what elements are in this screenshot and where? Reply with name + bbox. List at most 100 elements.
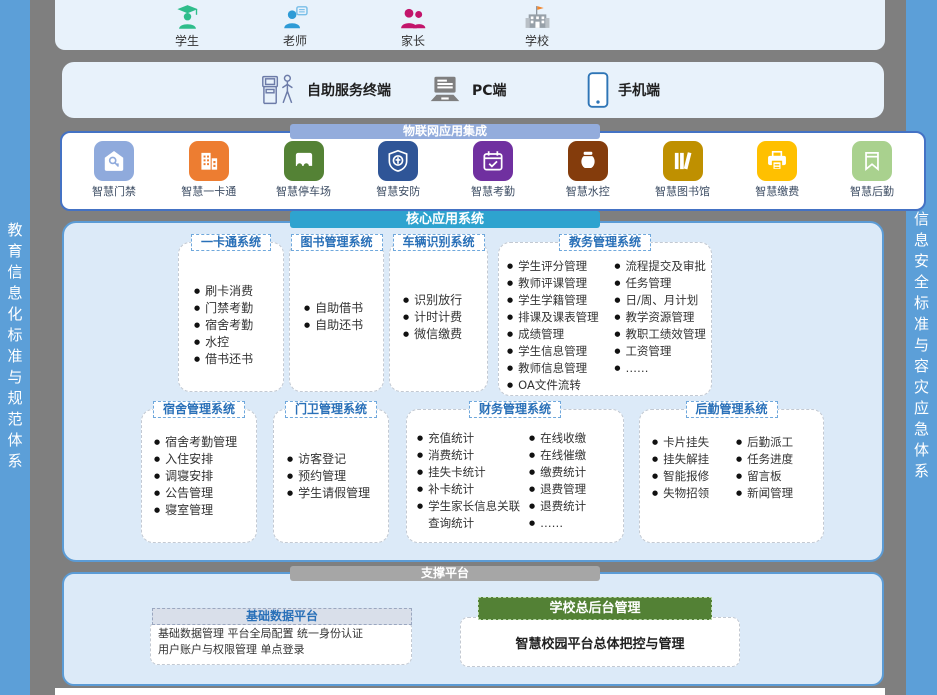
list-item: ● 消费统计 xyxy=(417,447,529,464)
bullet-icon: ● xyxy=(652,468,658,485)
bullet-icon: ● xyxy=(529,430,535,447)
right-security-text: 信息安全标准与容灾应急体系 xyxy=(911,211,932,484)
bullet-icon: ● xyxy=(529,498,535,515)
list-item: ●门禁考勤 xyxy=(194,300,283,317)
phone-icon xyxy=(587,72,609,108)
smart-campus-architecture-diagram: 教育信息化标准与规范体系 信息安全标准与容灾应急体系 学生 老师 xyxy=(0,0,937,695)
bullet-icon: ● xyxy=(403,292,409,309)
bullet-icon: ● xyxy=(736,468,742,485)
list-item-label: 学生家长信息关联查询统计 xyxy=(428,498,529,531)
list-item: ●教职工绩效管理 xyxy=(614,326,708,343)
list-item: ● 自助借书 xyxy=(304,300,383,317)
access-control-icon xyxy=(94,141,134,181)
list-item-label: 日/周、月计划 xyxy=(625,292,698,309)
iot-water: 智慧水控 xyxy=(558,141,618,209)
list-item: ●补卡统计 xyxy=(417,481,529,498)
terminals-panel: 自助服务终端 PC端 手机端 xyxy=(62,62,884,118)
iot-access-control: 智慧门禁 xyxy=(84,141,144,209)
terminal-pc: PC端 xyxy=(427,62,507,118)
list-item-label: 寝室管理 xyxy=(165,502,213,519)
user-parents-label: 家长 xyxy=(401,32,425,49)
list-item: ●任务管理 xyxy=(614,275,708,292)
iot-parking: 智慧停车场 xyxy=(274,141,334,209)
support-panel: 基础数据平台 基础数据管理 平台全局配置 统一身份认证 用户账户与权限管理 单点… xyxy=(62,572,884,686)
bullet-icon: ● xyxy=(507,326,513,343)
right-security-bar: 信息安全标准与容灾应急体系 xyxy=(906,0,937,695)
list-item-label: 成绩管理 xyxy=(518,326,564,343)
terminal-kiosk-label: 自助服务终端 xyxy=(307,80,391,100)
list-item: ●…… xyxy=(614,360,708,377)
bullet-icon: ● xyxy=(403,326,409,343)
list-item: ● 排课及课表管理 xyxy=(507,309,614,326)
list-item-label: 自助借书 xyxy=(315,300,363,317)
sysbox-gate: 门卫管理系统 ●访客登记●预约管理●学生请假管理 xyxy=(273,409,389,543)
list-item-label: OA文件流转 xyxy=(518,377,581,394)
school-admin-title: 学校总后台管理 xyxy=(478,597,712,620)
list-item: ●充值统计 xyxy=(417,430,529,447)
user-teacher: 老师 xyxy=(260,4,330,49)
list-item-label: 刷卡消费 xyxy=(205,283,253,300)
bullet-icon: ● xyxy=(507,309,513,326)
sysbox-dormitory: 宿舍管理系统 ●宿舍考勤管理●入住安排●调寝安排●公告管理●寝室管理 xyxy=(141,409,257,543)
list-item-label: 新闻管理 xyxy=(747,485,793,502)
list-item: ● 教学资源管理 xyxy=(614,309,708,326)
bullet-icon: ● xyxy=(614,309,620,326)
laptop-icon xyxy=(427,76,463,104)
bullet-icon: ● xyxy=(417,464,423,481)
list-item-label: 卡片挂失 xyxy=(663,434,709,451)
bullet-icon: ● xyxy=(529,464,535,481)
list-item: ● 成绩管理 xyxy=(507,326,614,343)
iot-payment: 智慧缴费 xyxy=(747,141,807,209)
list-item-label: 排课及课表管理 xyxy=(518,309,599,326)
bullet-icon: ● xyxy=(154,485,160,502)
list-item-label: 计时计费 xyxy=(414,309,462,326)
bullet-icon: ● xyxy=(614,326,620,343)
bullet-icon: ● xyxy=(287,468,293,485)
bullet-icon: ● xyxy=(304,300,310,317)
list-item: ●学生评分管理 xyxy=(507,258,614,275)
sysbox-finance-list-left: ●充值统计●消费统计●挂失卡统计●补卡统计●学生家长信息关联查询统计 xyxy=(417,430,529,532)
base-data-platform-body: 基础数据管理 平台全局配置 统一身份认证 用户账户与权限管理 单点登录 xyxy=(150,620,412,665)
base-data-platform-title: 基础数据平台 xyxy=(152,608,412,625)
list-item-label: 消费统计 xyxy=(428,447,474,464)
list-item-label: 教学资源管理 xyxy=(625,309,694,326)
bullet-icon: ● xyxy=(652,485,658,502)
list-item: ●教师信息管理 xyxy=(507,360,614,377)
iot-apps-panel: 智慧门禁 智慧一卡通 xyxy=(60,131,926,211)
list-item-label: …… xyxy=(540,515,563,532)
list-item: ●退费管理 xyxy=(529,481,621,498)
list-item-label: …… xyxy=(625,360,648,377)
bullet-icon: ● xyxy=(287,451,293,468)
student-icon xyxy=(174,4,201,31)
sysbox-gate-title: 门卫管理系统 xyxy=(285,401,377,418)
base-data-platform-line1: 基础数据管理 平台全局配置 统一身份认证 xyxy=(158,626,404,642)
list-item-label: 补卡统计 xyxy=(428,481,474,498)
list-item: ●计时计费 xyxy=(403,309,487,326)
parents-icon xyxy=(400,4,427,31)
bullet-icon: ● xyxy=(417,447,423,464)
list-item-label: 退费管理 xyxy=(540,481,586,498)
bullet-icon: ● xyxy=(529,515,535,532)
list-item-label: 工资管理 xyxy=(625,343,671,360)
list-item-label: 挂失解挂 xyxy=(663,451,709,468)
sysbox-academic-list-left: ●学生评分管理●教师评课管理●学生学籍管理●排课及课表管理●成绩管理●学生信息管… xyxy=(507,258,614,394)
iot-payment-label: 智慧缴费 xyxy=(755,183,799,199)
onecard-icon xyxy=(189,141,229,181)
sysbox-vehicle: 车辆识别系统 ●识别放行●计时计费●微信缴费 xyxy=(389,242,488,392)
bullet-icon: ● xyxy=(194,317,200,334)
list-item-label: 留言板 xyxy=(747,468,782,485)
list-item: ●刷卡消费 xyxy=(194,283,283,300)
list-item: ●自助还书 xyxy=(304,317,383,334)
school-icon xyxy=(524,4,551,31)
list-item: ●后勤派工 xyxy=(736,434,816,451)
user-school: 学校 xyxy=(502,4,572,49)
user-student: 学生 xyxy=(152,4,222,49)
iot-attendance: 智慧考勤 xyxy=(463,141,523,209)
bullet-icon: ● xyxy=(736,485,742,502)
sysbox-finance-title: 财务管理系统 xyxy=(469,401,561,418)
sysbox-vehicle-list: ●识别放行●计时计费●微信缴费 xyxy=(390,243,487,391)
list-item-label: 预约管理 xyxy=(298,468,346,485)
iot-section-header: 物联网应用集成 xyxy=(290,124,600,139)
terminal-phone: 手机端 xyxy=(587,62,660,118)
list-item-label: 公告管理 xyxy=(165,485,213,502)
